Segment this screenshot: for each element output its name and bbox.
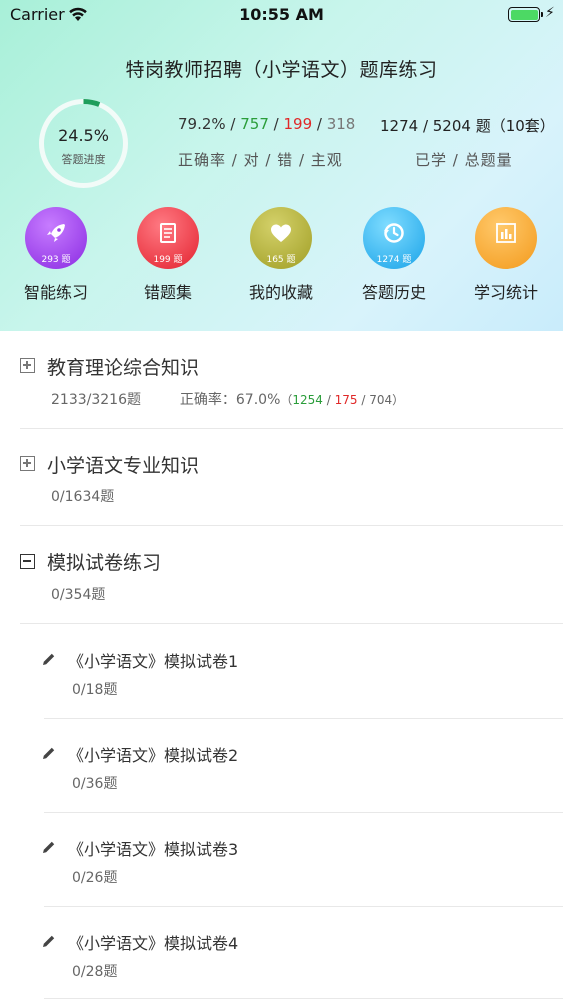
section-rate-label: 正确率：: [179, 392, 236, 408]
paper-progress: 0/28题: [72, 964, 118, 980]
study-stats-label: 学习统计: [473, 283, 538, 302]
paper-title: 《小学语文》模拟试卷3: [68, 840, 239, 859]
answer-stats: 79.2% / 757 / 199 / 318: [178, 115, 356, 133]
expand-plus-icon[interactable]: [20, 456, 35, 471]
section-correct-count: 1254: [292, 393, 323, 407]
section-wrong-count: 175: [334, 393, 358, 407]
progress-percent: 24.5%: [58, 126, 109, 145]
answer-stats-caption: 正确率 / 对 / 错 / 主观: [178, 151, 343, 169]
clock: 10:55 AM: [239, 5, 324, 24]
history-icon: 1274 题: [363, 207, 425, 269]
heart-icon: 165 题: [250, 207, 312, 269]
correct-count: 757: [240, 115, 269, 133]
divider: [44, 998, 563, 999]
progress-label: 答题进度: [61, 153, 106, 166]
section-progress: 2133/3216题 正确率：67.0%（1254 / 175 / 704）: [51, 392, 405, 408]
wrong-questions-button[interactable]: 199 题 错题集: [113, 207, 223, 303]
mock-paper-1[interactable]: 《小学语文》模拟试卷1 0/18题: [0, 624, 563, 718]
section-subjective-count: 704: [369, 393, 393, 407]
section-mock-exams[interactable]: 模拟试卷练习 0/354题: [0, 526, 563, 623]
rocket-icon: 293 题: [25, 207, 87, 269]
mock-paper-2[interactable]: 《小学语文》模拟试卷2 0/36题: [0, 718, 563, 812]
total-questions: 1274 / 5204 题（10套）: [380, 117, 555, 135]
section-progress: 0/354题: [51, 587, 106, 603]
pencil-icon: [43, 935, 55, 947]
smart-practice-button[interactable]: 293 题 智能练习: [1, 207, 111, 303]
expand-plus-icon[interactable]: [20, 358, 35, 373]
section-progress: 0/1634题: [51, 489, 115, 505]
accuracy-rate: 79.2%: [178, 115, 226, 133]
battery-icon: [508, 7, 543, 22]
section-rate: 67.0%: [235, 392, 281, 408]
paper-progress: 0/18题: [72, 682, 118, 698]
paper-progress: 0/36题: [72, 776, 118, 792]
favorites-label: 我的收藏: [248, 283, 313, 302]
wrong-count: 199: [283, 115, 313, 133]
answer-history-label: 答题历史: [361, 283, 426, 302]
total-questions-caption: 已学 / 总题量: [415, 151, 513, 169]
document-icon: 199 题: [137, 207, 199, 269]
section-title: 小学语文专业知识: [47, 455, 200, 477]
section-title: 教育理论综合知识: [47, 357, 200, 379]
paper-title: 《小学语文》模拟试卷1: [68, 652, 239, 671]
section-chinese-knowledge[interactable]: 小学语文专业知识 0/1634题: [0, 429, 563, 526]
subjective-count: 318: [326, 115, 356, 133]
study-stats-button[interactable]: 学习统计: [451, 207, 561, 303]
status-bar: Carrier 10:55 AM ⚡︎: [0, 0, 563, 30]
pencil-icon: [43, 747, 55, 759]
paper-title: 《小学语文》模拟试卷2: [68, 746, 239, 765]
pencil-icon: [43, 841, 55, 853]
mock-paper-3[interactable]: 《小学语文》模拟试卷3 0/26题: [0, 812, 563, 906]
charging-bolt-icon: ⚡︎: [545, 5, 555, 21]
collapse-minus-icon[interactable]: [20, 554, 35, 569]
bar-chart-icon: [475, 207, 537, 269]
page-title: 特岗教师招聘（小学语文）题库练习: [125, 59, 438, 81]
paper-title: 《小学语文》模拟试卷4: [68, 934, 239, 953]
pencil-icon: [43, 653, 55, 665]
smart-practice-label: 智能练习: [23, 283, 88, 302]
section-education-theory[interactable]: 教育理论综合知识 2133/3216题 正确率：67.0%（1254 / 175…: [0, 331, 563, 429]
favorites-button[interactable]: 165 题 我的收藏: [226, 207, 336, 303]
section-title: 模拟试卷练习: [47, 552, 162, 574]
mock-paper-4[interactable]: 《小学语文》模拟试卷4 0/28题: [0, 906, 563, 1000]
paper-progress: 0/26题: [72, 870, 118, 886]
header-panel: Carrier 10:55 AM ⚡︎ 特岗教师招聘（小学语文）题库练习 24.…: [0, 0, 563, 331]
answer-history-button[interactable]: 1274 题 答题历史: [339, 207, 449, 303]
wrong-questions-label: 错题集: [143, 283, 192, 302]
